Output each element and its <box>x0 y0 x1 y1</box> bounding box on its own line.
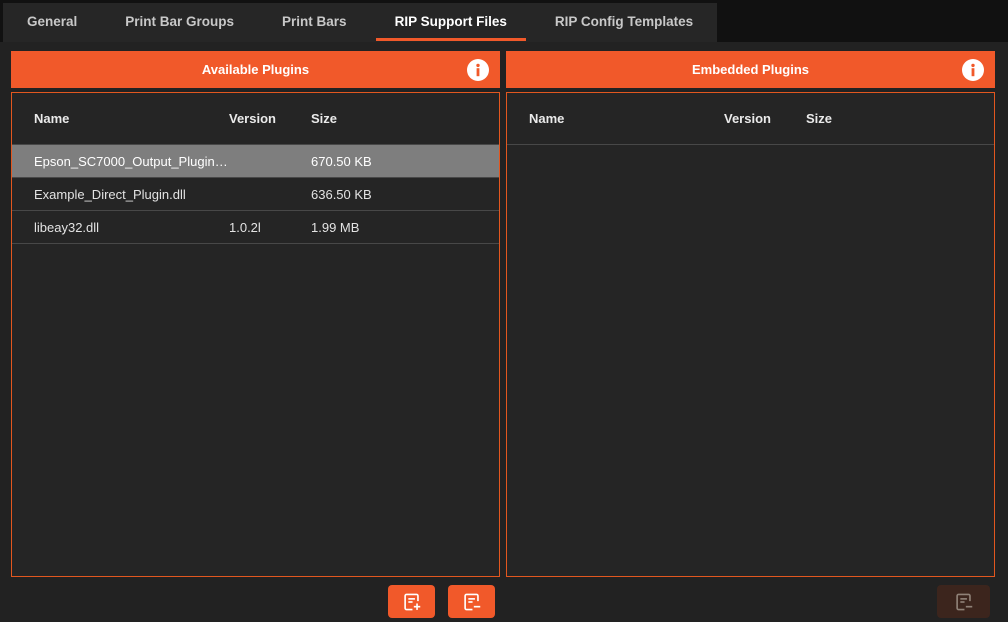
available-plugins-table: Name Version Size Epson_SC7000_Output_Pl… <box>11 92 500 577</box>
table-row[interactable]: Epson_SC7000_Output_Plugin.... 670.50 KB <box>12 145 499 178</box>
embedded-plugins-list <box>507 145 994 576</box>
tab-label: RIP Config Templates <box>555 14 693 29</box>
footer-toolbar <box>11 577 995 622</box>
cell-size: 670.50 KB <box>311 154 499 169</box>
column-header-version: Version <box>724 111 806 126</box>
available-plugins-panel: Available Plugins Name Version Size <box>11 51 500 577</box>
available-plugins-list: Epson_SC7000_Output_Plugin.... 670.50 KB… <box>12 145 499 576</box>
info-icon[interactable] <box>467 59 489 81</box>
table-header: Name Version Size <box>12 93 499 145</box>
tab-bar: General Print Bar Groups Print Bars RIP Sup… <box>0 0 1008 42</box>
panel-title: Available Plugins <box>202 62 309 77</box>
column-header-name: Name <box>12 111 229 126</box>
available-plugins-actions <box>11 585 500 622</box>
info-icon[interactable] <box>962 59 984 81</box>
tab-print-bars[interactable]: Print Bars <box>258 3 371 42</box>
cell-name: libeay32.dll <box>12 220 229 235</box>
tab-print-bar-groups[interactable]: Print Bar Groups <box>101 3 258 42</box>
app-window: General Print Bar Groups Print Bars RIP Sup… <box>0 0 1008 622</box>
column-header-size: Size <box>311 111 499 126</box>
table-row[interactable]: Example_Direct_Plugin.dll 636.50 KB <box>12 178 499 211</box>
available-plugins-header: Available Plugins <box>11 51 500 88</box>
tab-label: RIP Support Files <box>395 14 507 29</box>
embedded-plugins-table: Name Version Size <box>506 92 995 577</box>
embedded-plugins-actions <box>506 585 995 622</box>
document-minus-icon <box>461 591 483 613</box>
embedded-plugins-header: Embedded Plugins <box>506 51 995 88</box>
cell-name: Epson_SC7000_Output_Plugin.... <box>12 154 229 169</box>
tab-label: Print Bars <box>282 14 347 29</box>
tab-label: Print Bar Groups <box>125 14 234 29</box>
column-header-name: Name <box>507 111 724 126</box>
panel-title: Embedded Plugins <box>692 62 809 77</box>
embedded-plugins-panel: Embedded Plugins Name Version Size <box>506 51 995 577</box>
remove-embedded-plugin-button[interactable] <box>937 585 990 618</box>
cell-version: 1.0.2l <box>229 220 311 235</box>
cell-size: 1.99 MB <box>311 220 499 235</box>
panels-row: Available Plugins Name Version Size <box>11 51 995 577</box>
document-plus-icon <box>401 591 423 613</box>
remove-plugin-button[interactable] <box>448 585 495 618</box>
table-header: Name Version Size <box>507 93 994 145</box>
add-plugin-button[interactable] <box>388 585 435 618</box>
column-header-version: Version <box>229 111 311 126</box>
content-area: Available Plugins Name Version Size <box>0 42 1008 622</box>
tab-rip-config-templates[interactable]: RIP Config Templates <box>531 3 717 42</box>
table-row[interactable]: libeay32.dll 1.0.2l 1.99 MB <box>12 211 499 244</box>
tab-general[interactable]: General <box>3 3 101 42</box>
cell-size: 636.50 KB <box>311 187 499 202</box>
tab-rip-support-files[interactable]: RIP Support Files <box>371 3 531 42</box>
tab-label: General <box>27 14 77 29</box>
column-header-size: Size <box>806 111 994 126</box>
document-minus-icon <box>953 591 975 613</box>
cell-name: Example_Direct_Plugin.dll <box>12 187 229 202</box>
